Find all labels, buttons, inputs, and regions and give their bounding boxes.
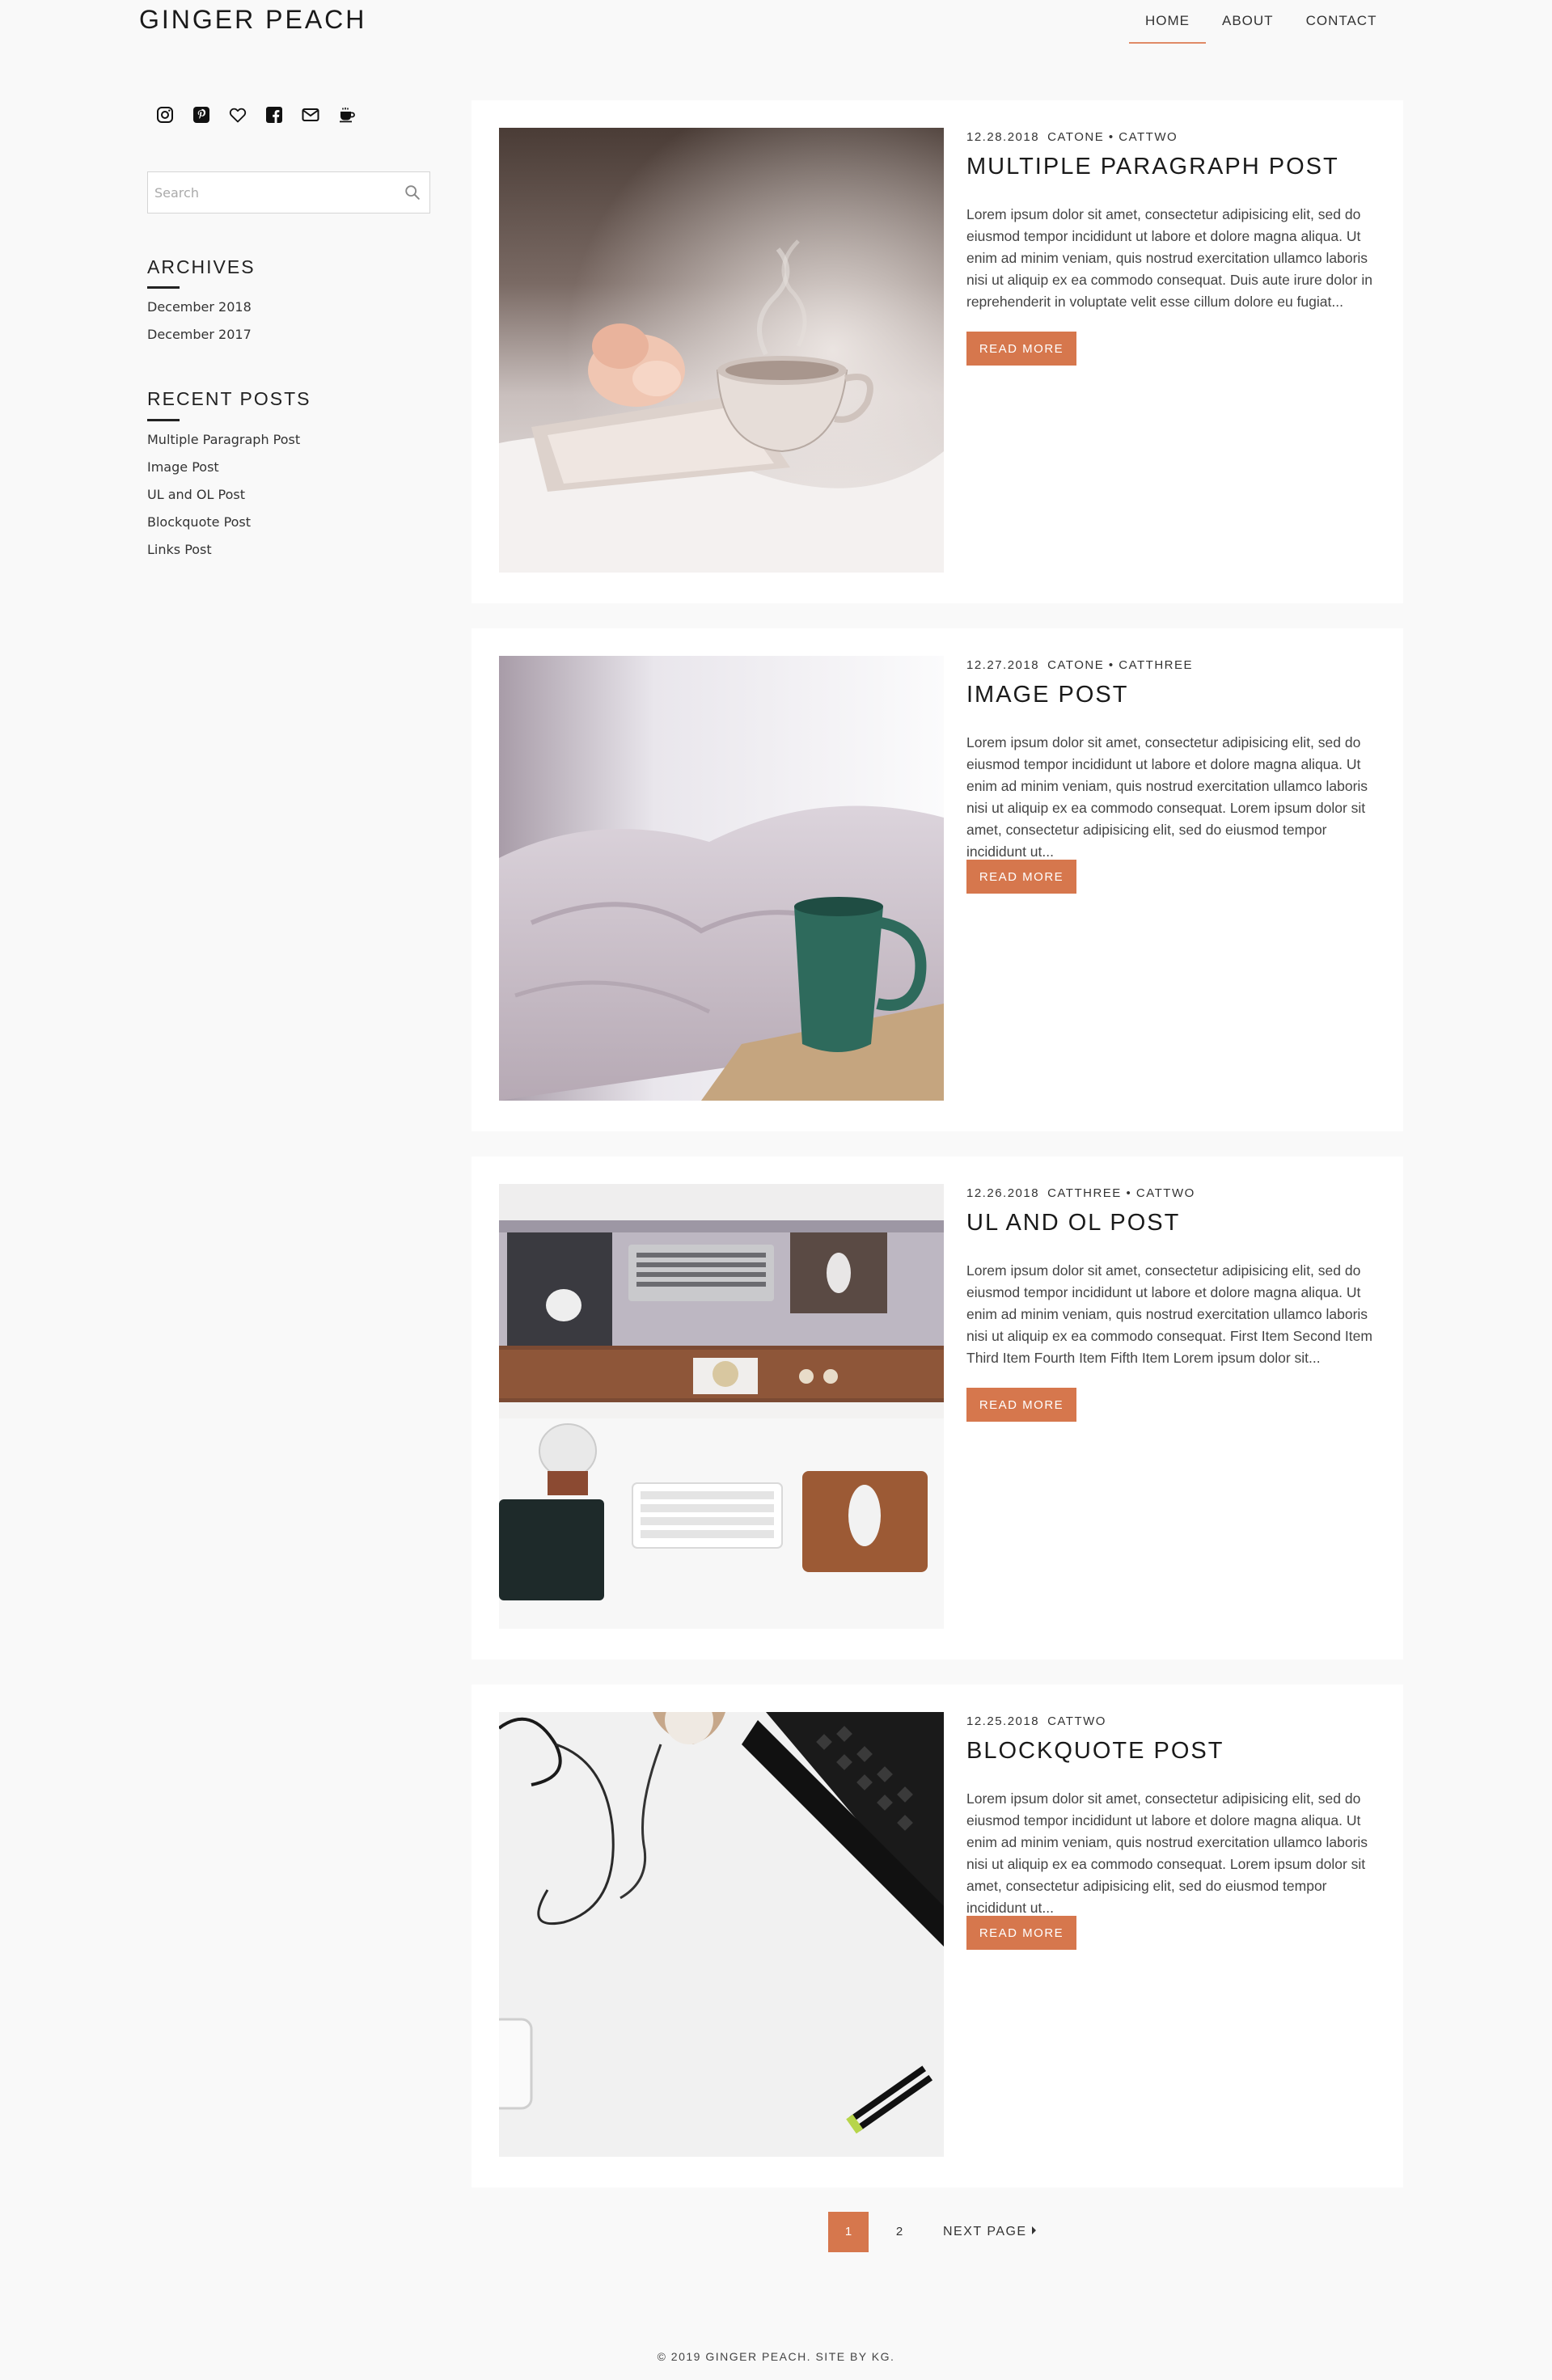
archive-link-dec-2017[interactable]: December 2017	[147, 327, 252, 342]
recent-posts-list: Multiple Paragraph Post Image Post UL an…	[147, 432, 300, 569]
archives-divider	[147, 286, 180, 289]
next-page-label: NEXT PAGE	[943, 2225, 1027, 2238]
post-title[interactable]: UL AND OL POST	[966, 1210, 1180, 1237]
post-card: 12.25.2018 CATTWO BLOCKQUOTE POST Lorem i…	[472, 1685, 1403, 2188]
recent-post-link[interactable]: Multiple Paragraph Post	[147, 432, 300, 447]
pinterest-icon[interactable]	[192, 105, 211, 125]
recent-post-item: UL and OL Post	[147, 487, 300, 514]
facebook-icon[interactable]	[264, 105, 284, 125]
footer: © 2019 GINGER PEACH. SITE BY KG.	[0, 2350, 1552, 2363]
post-categories[interactable]: CATTHREE • CATTWO	[1047, 1186, 1195, 1200]
recent-post-item: Image Post	[147, 459, 300, 487]
post-image-teacup[interactable]	[499, 128, 944, 573]
main-nav: HOME ABOUT CONTACT	[1129, 11, 1393, 44]
heart-icon[interactable]	[228, 105, 247, 125]
post-meta: 12.27.2018 CATONE • CATTHREE	[966, 658, 1193, 672]
post-card: 12.28.2018 CATONE • CATTWO MULTIPLE PARAG…	[472, 100, 1403, 603]
archives-title: ARCHIVES	[147, 256, 256, 277]
coffee-icon[interactable]	[337, 105, 357, 125]
post-meta: 12.26.2018 CATTHREE • CATTWO	[966, 1186, 1195, 1200]
post-image-keyboard[interactable]	[499, 1712, 944, 2157]
recent-posts-divider	[147, 419, 180, 421]
post-categories[interactable]: CATONE • CATTHREE	[1047, 658, 1193, 672]
post-excerpt: Lorem ipsum dolor sit amet, consectetur …	[966, 734, 1368, 860]
site-header: GINGER PEACH HOME ABOUT CONTACT	[0, 0, 1552, 45]
post-title[interactable]: MULTIPLE PARAGRAPH POST	[966, 154, 1339, 180]
site-title[interactable]: GINGER PEACH	[139, 5, 366, 35]
recent-post-item: Blockquote Post	[147, 514, 300, 542]
nav-about[interactable]: ABOUT	[1206, 11, 1290, 44]
post-date: 12.27.2018	[966, 658, 1040, 672]
post-excerpt: Lorem ipsum dolor sit amet, consectetur …	[966, 206, 1372, 310]
search-icon[interactable]	[404, 184, 421, 201]
post-excerpt: Lorem ipsum dolor sit amet, consectetur …	[966, 1262, 1372, 1366]
read-more-button[interactable]: READ MORE	[966, 332, 1076, 366]
post-date: 12.26.2018	[966, 1186, 1040, 1200]
post-categories[interactable]: CATTWO	[1047, 1714, 1106, 1728]
instagram-icon[interactable]	[155, 105, 175, 125]
recent-post-link[interactable]: Image Post	[147, 459, 219, 475]
read-more-button[interactable]: READ MORE	[966, 1916, 1076, 1950]
nav-contact[interactable]: CONTACT	[1290, 11, 1393, 44]
recent-post-link[interactable]: Links Post	[147, 542, 212, 557]
recent-post-item: Multiple Paragraph Post	[147, 432, 300, 459]
recent-post-link[interactable]: UL and OL Post	[147, 487, 245, 502]
post-card: 12.27.2018 CATONE • CATTHREE IMAGE POST L…	[472, 628, 1403, 1131]
archive-item: December 2017	[147, 327, 252, 354]
post-date: 12.28.2018	[966, 130, 1040, 144]
page-2-button[interactable]: 2	[879, 2212, 920, 2252]
recent-post-link[interactable]: Blockquote Post	[147, 514, 251, 530]
read-more-button[interactable]: READ MORE	[966, 1388, 1076, 1422]
next-page-link[interactable]: NEXT PAGE	[943, 2212, 1036, 2252]
post-card: 12.26.2018 CATTHREE • CATTWO UL AND OL PO…	[472, 1156, 1403, 1659]
search-box	[147, 171, 430, 213]
post-excerpt: Lorem ipsum dolor sit amet, consectetur …	[966, 1790, 1368, 1916]
post-title[interactable]: IMAGE POST	[966, 682, 1128, 708]
email-icon[interactable]	[301, 105, 320, 125]
post-title[interactable]: BLOCKQUOTE POST	[966, 1738, 1224, 1765]
search-input[interactable]	[154, 182, 397, 203]
post-categories[interactable]: CATONE • CATTWO	[1047, 130, 1178, 144]
recent-posts-title: RECENT POSTS	[147, 388, 311, 409]
post-meta: 12.25.2018 CATTWO	[966, 1714, 1106, 1728]
read-more-button[interactable]: READ MORE	[966, 860, 1076, 894]
post-meta: 12.28.2018 CATONE • CATTWO	[966, 130, 1178, 144]
caret-right-icon	[1031, 2226, 1036, 2234]
post-date: 12.25.2018	[966, 1714, 1040, 1728]
footer-copyright: © 2019 GINGER PEACH. SITE BY KG.	[657, 2350, 895, 2363]
recent-post-item: Links Post	[147, 542, 300, 569]
post-image-mug[interactable]	[499, 656, 944, 1101]
archive-link-dec-2018[interactable]: December 2018	[147, 299, 252, 315]
archive-item: December 2018	[147, 299, 252, 327]
nav-home[interactable]: HOME	[1129, 11, 1206, 44]
page-1-button[interactable]: 1	[828, 2212, 869, 2252]
post-image-desk[interactable]	[499, 1184, 944, 1629]
social-links	[155, 105, 357, 125]
archives-list: December 2018 December 2017	[147, 299, 252, 354]
